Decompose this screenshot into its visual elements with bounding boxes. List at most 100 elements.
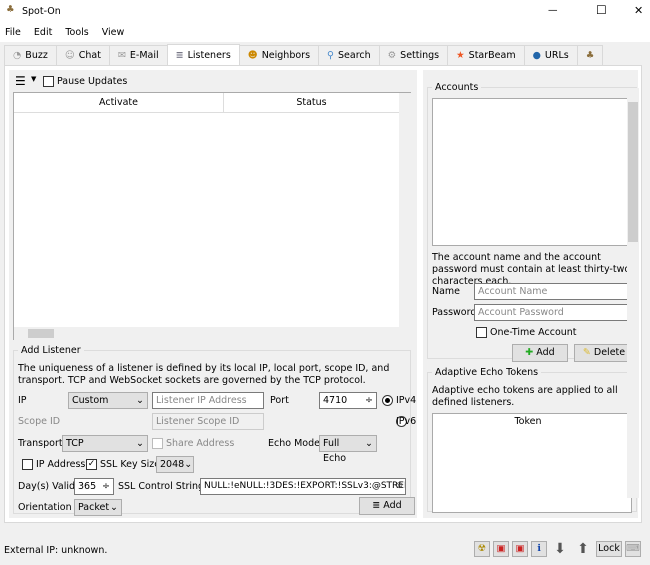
accounts-panel: Accounts The account name and the accoun… [423, 70, 638, 518]
days-valid-spinbox[interactable]: 365 ÷ [74, 478, 114, 495]
orientation-select[interactable]: Packet ⌄ [74, 499, 122, 516]
network-locked-2-icon[interactable]: ▣ [512, 541, 528, 557]
radiation-icon[interactable]: ☢ [474, 541, 490, 557]
tab-urls[interactable]: ● URLs [523, 45, 578, 65]
plus-icon: ✚ [525, 347, 534, 358]
ip-label: IP [18, 395, 27, 406]
tab-starbeam[interactable]: ★ StarBeam [447, 45, 525, 65]
clear-icon[interactable]: ⊗ [395, 479, 403, 494]
ssl-key-size-label: SSL Key Size [100, 459, 161, 470]
search-icon: ⚲ [327, 50, 334, 61]
add-listener-group: Add Listener The uniqueness of a listene… [13, 345, 416, 516]
listeners-table[interactable]: Activate Status [13, 92, 411, 340]
tab-settings[interactable]: ⚙ Settings [378, 45, 449, 65]
share-address-label: Share Address [166, 438, 235, 449]
listeners-icon: ≣ [372, 500, 381, 511]
vertical-scrollbar[interactable] [399, 93, 411, 327]
email-icon: ✉ [117, 50, 126, 61]
ipv4-radio[interactable] [382, 395, 393, 406]
scope-id-input[interactable]: Listener Scope ID [152, 413, 264, 430]
network-locked-icon[interactable]: ▣ [493, 541, 509, 557]
column-activate[interactable]: Activate [14, 93, 224, 113]
settings-icon: ⚙ [387, 50, 397, 61]
keyboard-icon[interactable]: ⌨ [625, 541, 641, 557]
ip-select[interactable]: Custom ⌄ [68, 392, 148, 409]
pause-updates-label: Pause Updates [57, 76, 128, 87]
external-ip-status: External IP: unknown. [4, 545, 108, 556]
window-title: Spot-On [22, 6, 61, 17]
column-token[interactable]: Token [433, 416, 623, 427]
upload-icon[interactable]: ⬆ [573, 541, 593, 557]
listeners-left: ☰ ▼ Pause Updates Activate Status Add Li… [9, 70, 417, 518]
ssl-key-size-select[interactable]: 2048 ⌄ [156, 456, 194, 473]
maximize-button[interactable]: ☐ [596, 3, 607, 17]
status-toolbar: ☢ ▣ ▣ ℹ ⬇ ⬆ Lock ⌨ [474, 541, 641, 557]
horizontal-scrollbar[interactable] [14, 327, 411, 340]
lock-button[interactable]: Lock [596, 541, 622, 557]
name-label: Name [432, 286, 461, 297]
orientation-label: Orientation [18, 502, 72, 513]
tab-about[interactable]: ♣ [576, 45, 604, 65]
ssl-control-input[interactable]: NULL:!eNULL:!3DES:!EXPORT:!SSLv3:@STRENG… [200, 478, 406, 495]
tab-email[interactable]: ✉ E-Mail [108, 45, 168, 65]
neighbors-icon: ☻ [247, 50, 258, 61]
listeners-pane: ☰ ▼ Pause Updates Activate Status Add Li… [4, 65, 642, 523]
port-label: Port [270, 395, 289, 406]
days-valid-label: Day(s) Valid [18, 481, 76, 492]
close-button[interactable]: ✕ [634, 4, 643, 17]
menu-file[interactable]: File [5, 27, 21, 38]
ipv6-label: IPv6 [396, 416, 417, 427]
echo-tokens-group: Adaptive Echo Tokens Adaptive echo token… [427, 367, 637, 513]
transport-label: Transport [18, 438, 63, 449]
download-icon[interactable]: ⬇ [550, 541, 570, 557]
app-logo-icon: ♣ [585, 50, 595, 61]
add-account-button[interactable]: ✚ Add [512, 344, 568, 362]
tab-listeners[interactable]: ≣ Listeners [166, 44, 240, 65]
menu-edit[interactable]: Edit [34, 27, 52, 38]
transport-select[interactable]: TCP ⌄ [62, 435, 148, 452]
tab-neighbors[interactable]: ☻ Neighbors [238, 45, 320, 65]
add-listener-title: Add Listener [18, 345, 84, 356]
listener-ip-input[interactable]: Listener IP Address [152, 392, 264, 409]
tokens-table[interactable]: Token [432, 413, 632, 513]
tab-bar: ◔ Buzz ☺ Chat ✉ E-Mail ≣ Listeners ☻ Neighbor… [4, 44, 604, 65]
menu-view[interactable]: View [102, 27, 125, 38]
minimize-button[interactable]: — [548, 5, 558, 16]
echo-tokens-title: Adaptive Echo Tokens [432, 367, 542, 378]
accounts-title: Accounts [432, 82, 482, 93]
share-address-checkbox[interactable] [152, 438, 163, 449]
tab-chat[interactable]: ☺ Chat [55, 45, 110, 65]
ipv4-label: IPv4 [396, 395, 417, 406]
ip-address-checkbox[interactable] [22, 459, 33, 470]
account-name-input[interactable]: Account Name [474, 283, 634, 300]
pause-updates-checkbox[interactable] [43, 76, 54, 87]
one-time-account-label: One-Time Account [490, 327, 577, 338]
menu-tools[interactable]: Tools [65, 27, 88, 38]
add-listener-button[interactable]: ≣ Add [359, 497, 415, 515]
listeners-icon: ≣ [175, 49, 184, 61]
chat-icon: ☺ [64, 50, 75, 61]
password-label: Password [432, 307, 477, 318]
port-spinbox[interactable]: 4710 ÷ [319, 392, 377, 409]
column-status[interactable]: Status [224, 93, 399, 113]
tab-buzz[interactable]: ◔ Buzz [4, 45, 57, 65]
broom-icon: ✎ [582, 347, 591, 358]
scope-id-label: Scope ID [18, 416, 61, 427]
dropdown-arrow-icon[interactable]: ▼ [31, 75, 36, 83]
one-time-account-checkbox[interactable] [476, 327, 487, 338]
echo-mode-select[interactable]: Full Echo ⌄ [319, 435, 377, 464]
menu-bar: File Edit Tools View [0, 24, 650, 42]
right-vertical-scrollbar[interactable] [627, 88, 639, 498]
info-icon[interactable]: ℹ [531, 541, 547, 557]
ssl-key-size-checkbox[interactable]: ✓ [86, 459, 97, 470]
globe-icon: ● [532, 50, 541, 61]
accounts-list[interactable] [432, 98, 632, 246]
title-bar: ♣ Spot-On — ☐ ✕ [0, 0, 650, 24]
add-listener-description: The uniqueness of a listener is defined … [18, 363, 390, 386]
tab-search[interactable]: ⚲ Search [318, 45, 380, 65]
echo-tokens-note: Adaptive echo tokens are applied to all … [432, 385, 618, 408]
ip-address-label: IP Address [36, 459, 86, 470]
delete-account-button[interactable]: ✎ Delete [574, 344, 634, 362]
menu-circle-icon[interactable]: ☰ [15, 74, 26, 88]
account-password-input[interactable]: Account Password [474, 304, 634, 321]
